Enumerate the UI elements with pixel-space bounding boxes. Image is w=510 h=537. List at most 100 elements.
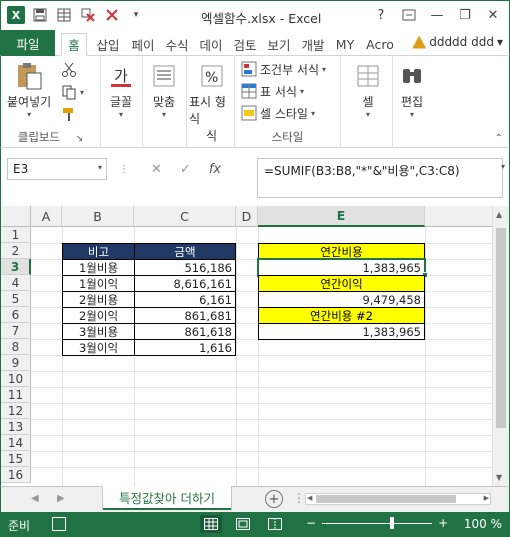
row-header-1[interactable]: 1: [1, 227, 31, 243]
row-header-11[interactable]: 11: [1, 387, 31, 403]
row-header-5[interactable]: 5: [1, 291, 31, 307]
table-cell[interactable]: 516,186: [134, 259, 236, 276]
tab-view[interactable]: 보기: [264, 33, 294, 55]
tab-acrobat[interactable]: Acro: [363, 33, 397, 55]
cut-button[interactable]: [61, 60, 77, 80]
zoom-slider-thumb[interactable]: [390, 516, 395, 529]
scroll-thumb[interactable]: [496, 228, 506, 428]
insert-function-icon[interactable]: fx: [209, 162, 221, 177]
format-painter-button[interactable]: [61, 104, 77, 124]
alignment-button[interactable]: 맞춤 ▾: [149, 62, 179, 119]
save-icon[interactable]: [31, 6, 49, 24]
prev-sheet-icon[interactable]: ◀: [31, 493, 39, 504]
minimize-button[interactable]: —: [425, 5, 449, 25]
paste-button[interactable]: 붙여넣기 ▾: [7, 62, 51, 119]
conditional-format-button[interactable]: 조건부 서식 ▾: [241, 59, 326, 79]
scroll-right-icon[interactable]: ▶: [484, 494, 489, 502]
number-format-button[interactable]: % 표시 형식 식: [189, 62, 234, 144]
tab-review[interactable]: 검토: [230, 33, 260, 55]
tab-home[interactable]: 홈: [61, 33, 87, 56]
tab-insert[interactable]: 삽입: [93, 33, 123, 55]
more-icon[interactable]: ▾: [127, 6, 145, 24]
name-box[interactable]: E3 ▾: [7, 158, 107, 180]
tab-my[interactable]: MY: [332, 33, 358, 55]
row-header-13[interactable]: 13: [1, 419, 31, 435]
column-header-a[interactable]: A: [31, 206, 62, 227]
cell-styles-button[interactable]: 셀 스타일 ▾: [241, 103, 315, 123]
table-icon[interactable]: [55, 6, 73, 24]
delete-icon[interactable]: [79, 6, 97, 24]
format-as-table-button[interactable]: 표 서식 ▾: [241, 81, 304, 101]
row-header-2[interactable]: 2: [1, 243, 31, 259]
scroll-left-icon[interactable]: ◀: [307, 494, 312, 502]
row-header-3[interactable]: 3: [1, 259, 31, 275]
table-cell[interactable]: 6,161: [134, 291, 236, 308]
zoom-slider[interactable]: [322, 516, 433, 529]
cells-button[interactable]: 셀 ▾: [353, 62, 383, 119]
macro-record-icon[interactable]: [52, 517, 66, 531]
next-sheet-icon[interactable]: ▶: [57, 493, 65, 504]
table-cell[interactable]: 1월이익: [62, 275, 135, 292]
annual-cost-label[interactable]: 연간비용: [258, 243, 425, 260]
enter-icon[interactable]: ✓: [180, 162, 191, 177]
annual-profit-value[interactable]: 9,479,458: [258, 291, 425, 308]
zoom-in-button[interactable]: +: [438, 516, 448, 530]
font-button[interactable]: 가 글꼴 ▾: [106, 62, 136, 119]
row-header-12[interactable]: 12: [1, 403, 31, 419]
copy-button[interactable]: ▾: [61, 82, 84, 102]
chevron-down-icon[interactable]: ▾: [98, 163, 102, 172]
page-layout-view-icon[interactable]: [232, 515, 254, 533]
table-cell[interactable]: 2월비용: [62, 291, 135, 308]
tab-developer[interactable]: 개발: [298, 33, 328, 55]
row-header-10[interactable]: 10: [1, 371, 31, 387]
row-header-9[interactable]: 9: [1, 355, 31, 371]
dialog-launcher-icon[interactable]: ↘: [76, 134, 84, 144]
normal-view-icon[interactable]: [200, 515, 222, 533]
row-header-7[interactable]: 7: [1, 323, 31, 339]
sheet-tab-active[interactable]: 특정값찾아 더하기: [103, 486, 231, 510]
ribbon-display-button[interactable]: [397, 5, 421, 25]
table-cell[interactable]: 1,616: [134, 339, 236, 356]
annual-cost-2-label[interactable]: 연간비용 #2: [258, 307, 425, 324]
editing-button[interactable]: 편집 ▾: [397, 62, 427, 119]
add-sheet-button[interactable]: +: [265, 490, 283, 508]
table-header-amount[interactable]: 금액: [134, 243, 236, 260]
page-break-view-icon[interactable]: [264, 515, 286, 533]
scroll-down-icon[interactable]: ▼: [496, 473, 502, 482]
table-cell[interactable]: 3월이익: [62, 339, 135, 356]
row-header-8[interactable]: 8: [1, 339, 31, 355]
table-cell[interactable]: 8,616,161: [134, 275, 236, 292]
user-account[interactable]: ddddd ddd ▾: [412, 35, 503, 49]
row-header-16[interactable]: 16: [1, 467, 31, 483]
row-header-14[interactable]: 14: [1, 435, 31, 451]
annual-cost-2-value[interactable]: 1,383,965: [258, 323, 425, 340]
row-header-6[interactable]: 6: [1, 307, 31, 323]
annual-cost-value[interactable]: 1,383,965: [257, 258, 426, 277]
zoom-percentage[interactable]: 100 %: [464, 517, 502, 531]
table-header-note[interactable]: 비고: [62, 243, 135, 260]
row-header-15[interactable]: 15: [1, 451, 31, 467]
horizontal-scrollbar[interactable]: ◀ ▶: [305, 493, 491, 505]
clear-icon[interactable]: [103, 6, 121, 24]
table-cell[interactable]: 3월비용: [62, 323, 135, 340]
table-cell[interactable]: 1월비용: [62, 259, 135, 276]
tab-formulas[interactable]: 수식: [162, 33, 192, 55]
expand-formula-icon[interactable]: ▾: [501, 162, 505, 171]
formula-input[interactable]: =SUMIF(B3:B8,"*"&"비용",C3:C8): [257, 158, 503, 198]
column-header-b[interactable]: B: [62, 206, 134, 227]
scroll-up-icon[interactable]: ▲: [496, 210, 502, 219]
zoom-out-button[interactable]: −: [306, 516, 316, 530]
tab-file[interactable]: 파일: [1, 30, 55, 56]
help-button[interactable]: ?: [369, 5, 393, 25]
scroll-thumb[interactable]: [316, 495, 456, 503]
tab-page-layout[interactable]: 페이: [128, 33, 158, 55]
column-header-d[interactable]: D: [236, 206, 258, 227]
restore-button[interactable]: ❐: [453, 5, 477, 25]
close-button[interactable]: ✕: [481, 5, 505, 25]
column-header-c[interactable]: C: [134, 206, 236, 227]
tab-data[interactable]: 데이: [196, 33, 226, 55]
table-cell[interactable]: 861,618: [134, 323, 236, 340]
row-header-4[interactable]: 4: [1, 275, 31, 291]
table-cell[interactable]: 2월이익: [62, 307, 135, 324]
select-all-button[interactable]: [1, 206, 31, 227]
